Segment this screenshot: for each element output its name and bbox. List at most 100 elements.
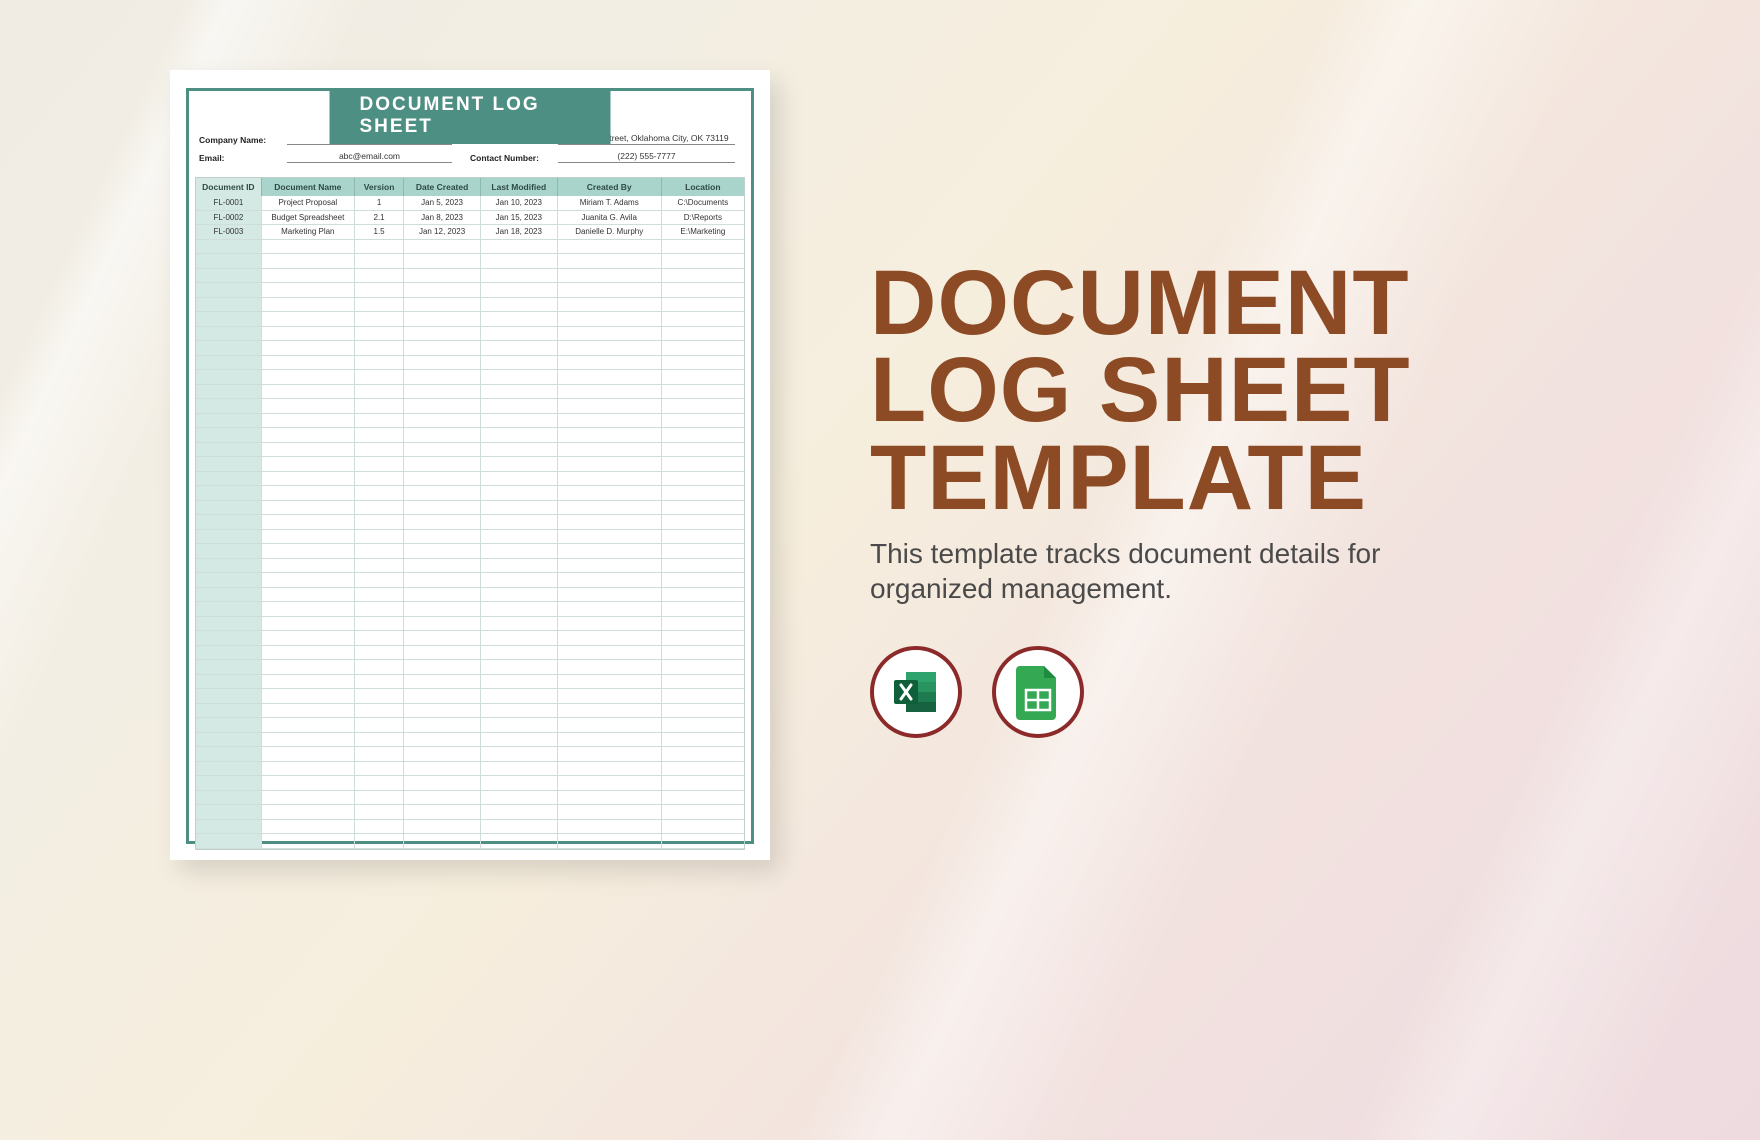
table-cell-empty xyxy=(558,602,662,617)
table-cell-empty xyxy=(196,733,262,748)
table-cell: Marketing Plan xyxy=(262,225,355,240)
table-row-empty xyxy=(196,501,744,516)
table-cell-empty xyxy=(662,588,744,603)
table-row-empty xyxy=(196,414,744,429)
table-row-empty xyxy=(196,660,744,675)
table-cell-empty xyxy=(662,631,744,646)
table-cell-empty xyxy=(662,646,744,661)
table-cell-empty xyxy=(196,834,262,849)
table-cell-empty xyxy=(355,428,404,443)
table-cell-empty xyxy=(558,820,662,835)
col-version: Version xyxy=(355,178,404,196)
excel-icon[interactable] xyxy=(870,646,962,738)
table-cell-empty xyxy=(262,762,355,777)
table-cell-empty xyxy=(404,254,481,269)
table-cell-empty xyxy=(196,559,262,574)
table-cell-empty xyxy=(662,718,744,733)
table-cell-empty xyxy=(196,718,262,733)
table-cell-empty xyxy=(196,312,262,327)
table-cell-empty xyxy=(196,704,262,719)
table-cell-empty xyxy=(404,472,481,487)
table-row-empty xyxy=(196,356,744,371)
table-cell-empty xyxy=(662,472,744,487)
table-cell: Jan 8, 2023 xyxy=(404,211,481,226)
table-cell: Project Proposal xyxy=(262,196,355,211)
contact-value: (222) 555-7777 xyxy=(558,151,735,163)
table-cell-empty xyxy=(481,501,558,516)
table-cell-empty xyxy=(481,414,558,429)
table-cell-empty xyxy=(558,704,662,719)
table-cell-empty xyxy=(404,588,481,603)
table-cell-empty xyxy=(481,646,558,661)
table-cell-empty xyxy=(355,443,404,458)
table-cell-empty xyxy=(196,428,262,443)
table-cell-empty xyxy=(196,240,262,255)
table-cell-empty xyxy=(404,515,481,530)
table-cell-empty xyxy=(404,820,481,835)
table-cell-empty xyxy=(662,820,744,835)
table-cell-empty xyxy=(355,530,404,545)
table-cell-empty xyxy=(355,747,404,762)
table-cell-empty xyxy=(355,515,404,530)
table-row: FL-0001Project Proposal1Jan 5, 2023Jan 1… xyxy=(196,196,744,211)
table-cell-empty xyxy=(481,240,558,255)
table-cell: Juanita G. Avila xyxy=(558,211,662,226)
table-cell: C:\Documents xyxy=(662,196,744,211)
table-row-empty xyxy=(196,689,744,704)
table-cell-empty xyxy=(262,312,355,327)
table-cell-empty xyxy=(404,675,481,690)
table-row-empty xyxy=(196,588,744,603)
table-cell-empty xyxy=(355,689,404,704)
table-cell-empty xyxy=(404,457,481,472)
table-cell-empty xyxy=(355,805,404,820)
table-cell-empty xyxy=(481,254,558,269)
table-cell-empty xyxy=(662,298,744,313)
table-cell-empty xyxy=(355,820,404,835)
table-cell-empty xyxy=(404,718,481,733)
table-cell-empty xyxy=(262,414,355,429)
table-row-empty xyxy=(196,399,744,414)
table-row-empty xyxy=(196,312,744,327)
table-cell-empty xyxy=(558,776,662,791)
table-cell-empty xyxy=(404,240,481,255)
table-cell-empty xyxy=(481,602,558,617)
table-cell-empty xyxy=(481,573,558,588)
table-cell-empty xyxy=(558,269,662,284)
document-frame: DOCUMENT LOG SHEET Company Name: ABC Com… xyxy=(186,88,754,844)
table-cell-empty xyxy=(481,791,558,806)
table-cell-empty xyxy=(558,399,662,414)
table-cell-empty xyxy=(404,486,481,501)
table-row-empty xyxy=(196,762,744,777)
col-location: Location xyxy=(662,178,744,196)
table-cell-empty xyxy=(404,704,481,719)
table-cell-empty xyxy=(262,341,355,356)
google-sheets-icon[interactable] xyxy=(992,646,1084,738)
table-cell-empty xyxy=(404,269,481,284)
table-row-empty xyxy=(196,327,744,342)
table-cell-empty xyxy=(262,776,355,791)
table-cell-empty xyxy=(481,312,558,327)
table-cell-empty xyxy=(404,573,481,588)
table-cell-empty xyxy=(662,370,744,385)
table-cell-empty xyxy=(262,747,355,762)
col-last-modified: Last Modified xyxy=(481,178,558,196)
table-row-empty xyxy=(196,559,744,574)
table-cell-empty xyxy=(662,283,744,298)
table-cell: Danielle D. Murphy xyxy=(558,225,662,240)
table-cell-empty xyxy=(355,254,404,269)
table-cell-empty xyxy=(355,559,404,574)
table-cell-empty xyxy=(558,428,662,443)
table-row-empty xyxy=(196,370,744,385)
table-cell-empty xyxy=(558,385,662,400)
table-row-empty xyxy=(196,443,744,458)
table-cell-empty xyxy=(558,341,662,356)
table-cell-empty xyxy=(404,559,481,574)
table-cell-empty xyxy=(404,414,481,429)
table-cell-empty xyxy=(558,646,662,661)
table-row-empty xyxy=(196,544,744,559)
table-cell-empty xyxy=(558,254,662,269)
table-cell-empty xyxy=(662,327,744,342)
table-cell-empty xyxy=(662,254,744,269)
table-cell-empty xyxy=(262,573,355,588)
table-cell-empty xyxy=(481,298,558,313)
